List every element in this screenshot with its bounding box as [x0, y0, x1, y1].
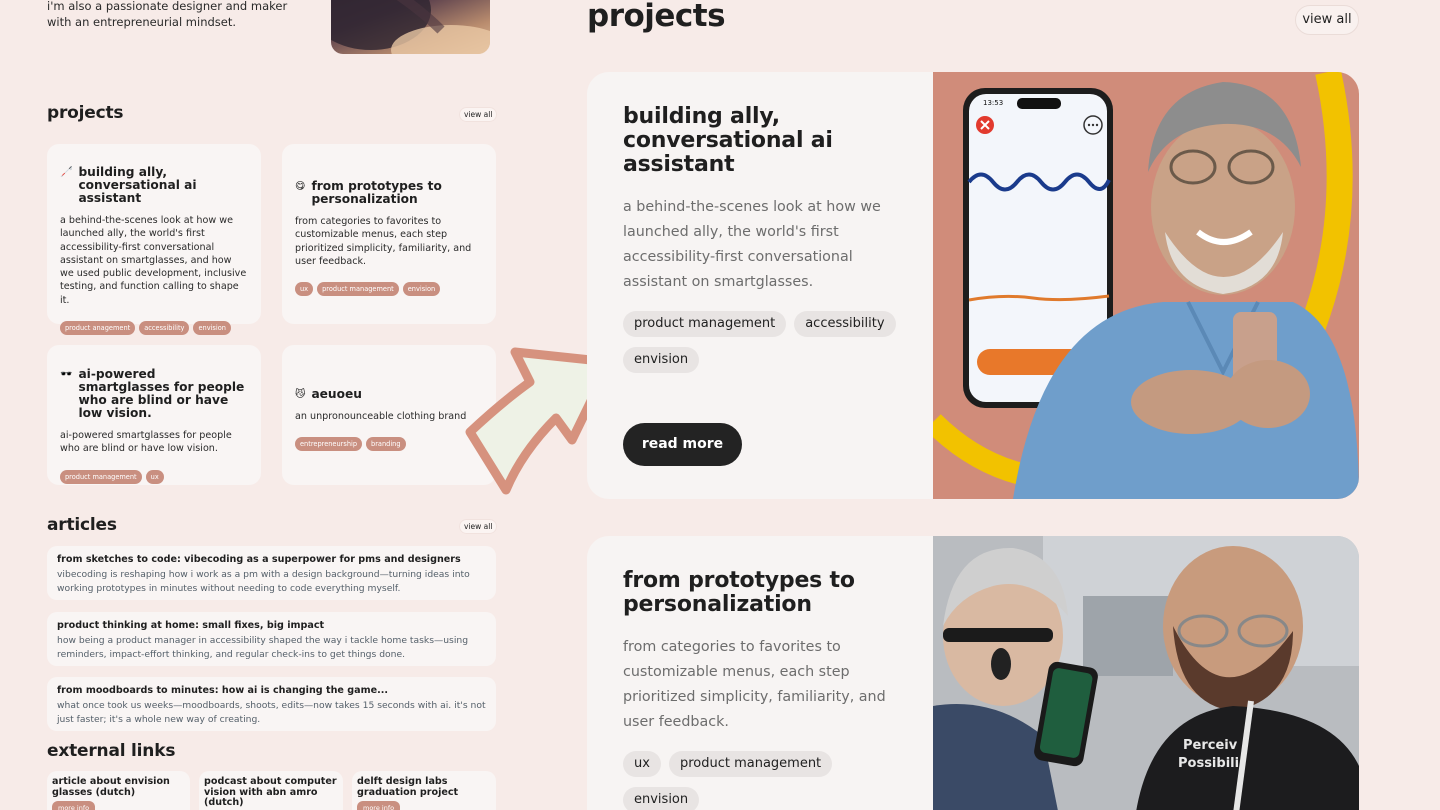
- project-desc: from categories to favorites to customiz…: [623, 639, 886, 730]
- project-card-prototypes[interactable]: 😋 from prototypes to personalization fro…: [282, 144, 496, 324]
- more-info-button[interactable]: more info: [52, 801, 96, 810]
- project-card-prototypes-zoomed[interactable]: from prototypes to personalization from …: [587, 536, 1359, 810]
- article-title: product thinking at home: small fixes, b…: [57, 620, 325, 631]
- shirt-text: Perceiv: [1183, 738, 1238, 753]
- yum-emoji-icon: 😋: [295, 181, 306, 192]
- project-desc: a behind-the-scenes look at how we launc…: [623, 199, 881, 290]
- projects-view-all-button[interactable]: view all: [459, 107, 498, 122]
- view-all-button-zoomed[interactable]: view all: [1295, 5, 1359, 35]
- projects-heading: projects: [47, 103, 124, 123]
- project-card-title: from prototypes to personalization: [311, 179, 442, 206]
- project-card-title: building ally, conversational ai assista…: [78, 165, 197, 205]
- tag: entrepreneurship: [295, 437, 363, 452]
- projects-heading-zoomed: projects: [587, 0, 726, 34]
- tag: accessibility: [794, 311, 896, 337]
- tag: ux: [145, 469, 164, 484]
- shirt-text: Possibili: [1178, 756, 1239, 771]
- article-desc: vibecoding is reshaping how i work as a …: [57, 569, 470, 594]
- article-item[interactable]: from moodboards to minutes: how ai is ch…: [47, 677, 496, 731]
- ally-promo-image: 13:53: [933, 72, 1359, 499]
- more-info-button[interactable]: more info: [357, 801, 401, 810]
- external-link-card[interactable]: delft design labs graduation project mor…: [352, 771, 496, 810]
- project-card-title: ai-powered smartglasses for people who a…: [78, 367, 245, 420]
- project-card-desc: a behind-the-scenes look at how we launc…: [60, 215, 247, 306]
- article-title: from sketches to code: vibecoding as a s…: [57, 554, 461, 565]
- cane-emoji-icon: 🦯: [60, 167, 73, 178]
- project-card-title: aeuoeu: [311, 387, 362, 401]
- external-link-card[interactable]: article about envision glasses (dutch) m…: [47, 771, 190, 810]
- phone-time: 13:53: [983, 99, 1003, 107]
- tag: envision: [402, 282, 441, 297]
- cat-emoji-icon: 😼: [295, 389, 306, 400]
- external-link-title: podcast about computer vision with abn a…: [204, 776, 337, 808]
- tag: envision: [623, 787, 700, 810]
- article-item[interactable]: product thinking at home: small fixes, b…: [47, 612, 496, 666]
- project-card-smartglasses[interactable]: 🕶️ ai-powered smartglasses for people wh…: [47, 345, 261, 485]
- tag: product management: [60, 469, 142, 484]
- articles-heading: articles: [47, 515, 117, 535]
- project-card-desc: from categories to favorites to customiz…: [295, 216, 472, 267]
- external-link-title: delft design labs graduation project: [357, 776, 459, 798]
- tag: envision: [193, 321, 231, 336]
- external-link-card[interactable]: podcast about computer vision with abn a…: [199, 771, 343, 810]
- article-item[interactable]: from sketches to code: vibecoding as a s…: [47, 546, 496, 600]
- tag: product management: [668, 751, 833, 777]
- project-title: building ally, conversational ai assista…: [623, 104, 833, 177]
- article-desc: how being a product manager in accessibi…: [57, 635, 469, 660]
- tag: product management: [317, 282, 399, 297]
- tag: ux: [295, 282, 314, 297]
- articles-view-all-button[interactable]: view all: [459, 519, 498, 534]
- tag: product anagement: [60, 321, 136, 336]
- tag: branding: [366, 437, 406, 452]
- project-card-desc: ai-powered smartglasses for people who a…: [60, 430, 232, 455]
- project-card-ally-zoomed[interactable]: building ally, conversational ai assista…: [587, 72, 1359, 499]
- event-photo: Perceiv Possibili: [933, 536, 1359, 810]
- project-card-desc: an unpronounceable clothing brand: [295, 411, 467, 422]
- tag: product management: [623, 311, 787, 337]
- sunglasses-emoji-icon: 🕶️: [60, 369, 73, 380]
- intro-text: i'm also a passionate designer and maker…: [47, 0, 288, 29]
- project-card-ally[interactable]: 🦯 building ally, conversational ai assis…: [47, 144, 261, 336]
- article-title: from moodboards to minutes: how ai is ch…: [57, 685, 389, 696]
- project-title: from prototypes to personalization: [623, 568, 855, 617]
- read-more-button[interactable]: read more: [623, 423, 742, 466]
- profile-photo: [331, 0, 490, 54]
- article-desc: what once took us weeks—moodboards, shoo…: [57, 700, 486, 725]
- tag: envision: [623, 347, 700, 373]
- external-links-heading: external links: [47, 741, 176, 761]
- tag: accessibility: [139, 321, 190, 336]
- external-link-title: article about envision glasses (dutch): [52, 776, 170, 798]
- tag: ux: [623, 751, 661, 777]
